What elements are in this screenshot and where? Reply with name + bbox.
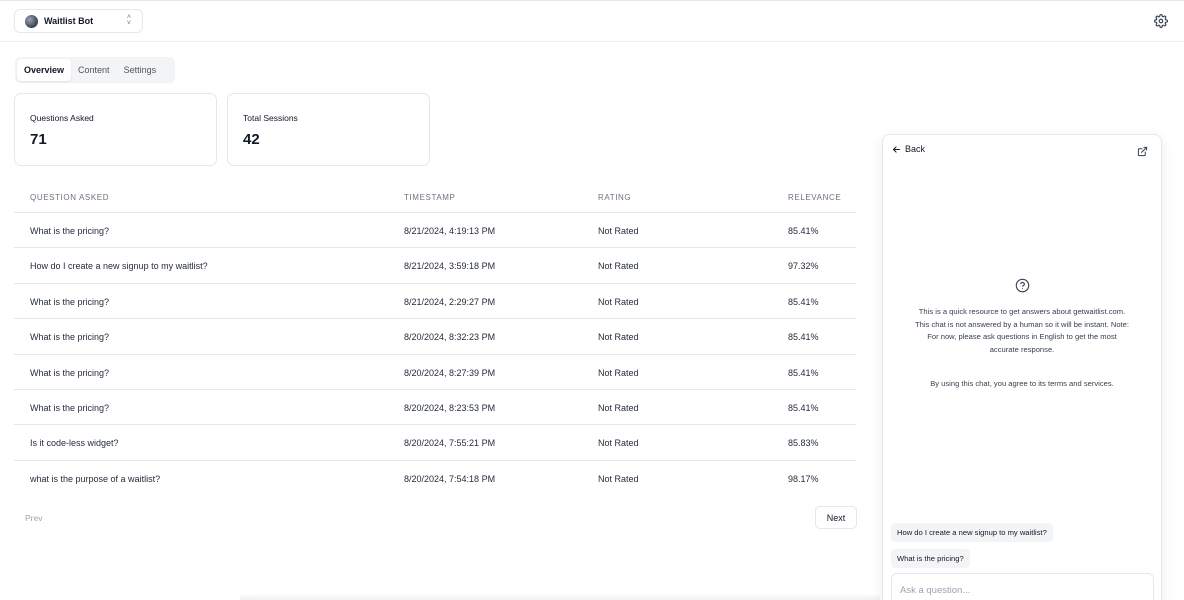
- rating-cell: Not Rated: [598, 402, 639, 413]
- table-row[interactable]: Is it code-less widget? 8/20/2024, 7:55:2…: [14, 425, 856, 461]
- rating-cell: Not Rated: [598, 296, 639, 307]
- rating-cell: Not Rated: [598, 261, 639, 272]
- rating-cell: Not Rated: [598, 332, 639, 343]
- timestamp-cell: 8/21/2024, 3:59:18 PM: [404, 261, 496, 272]
- stat-label: Total Sessions: [243, 113, 298, 123]
- chat-question-input[interactable]: [891, 573, 1154, 600]
- back-label: Back: [905, 144, 926, 154]
- questions-asked-card: Questions Asked 71: [14, 93, 217, 166]
- timestamp-cell: 8/20/2024, 8:27:39 PM: [404, 367, 496, 378]
- timestamp-cell: 8/20/2024, 7:55:21 PM: [404, 438, 496, 449]
- gear-icon: [1153, 13, 1168, 28]
- relevance-cell: 85.41%: [788, 402, 819, 413]
- stat-value: 42: [243, 131, 260, 148]
- table-row[interactable]: What is the pricing? 8/21/2024, 2:29:27 P…: [14, 284, 856, 320]
- back-button[interactable]: Back: [892, 144, 925, 154]
- total-sessions-card: Total Sessions 42: [227, 93, 430, 166]
- question-circle-icon: [1015, 278, 1030, 293]
- relevance-cell: 97.32%: [788, 261, 819, 272]
- table-row[interactable]: How do I create a new signup to my waitl…: [14, 248, 856, 284]
- suggested-question[interactable]: How do I create a new signup to my waitl…: [891, 523, 1053, 542]
- table-row[interactable]: What is the pricing? 8/21/2024, 4:19:13 P…: [14, 213, 856, 249]
- arrow-left-icon: [893, 145, 900, 153]
- question-cell: What is the pricing?: [30, 367, 110, 378]
- stat-value: 71: [30, 131, 47, 148]
- table-row[interactable]: what is the purpose of a waitlist? 8/20/2…: [14, 461, 856, 496]
- open-external-button[interactable]: [1137, 144, 1149, 157]
- suggested-question[interactable]: What is the pricing?: [891, 549, 970, 568]
- external-link-icon: [1137, 146, 1148, 157]
- table-row[interactable]: What is the pricing? 8/20/2024, 8:23:53 P…: [14, 390, 856, 426]
- question-cell: What is the pricing?: [30, 226, 110, 236]
- timestamp-cell: 8/20/2024, 8:23:53 PM: [404, 402, 496, 413]
- timestamp-cell: 8/21/2024, 4:19:13 PM: [404, 226, 496, 236]
- settings-button[interactable]: [1152, 12, 1169, 29]
- rating-cell: Not Rated: [598, 367, 639, 378]
- question-cell: How do I create a new signup to my waitl…: [30, 261, 208, 272]
- bot-avatar: [25, 14, 38, 28]
- relevance-cell: 85.41%: [788, 367, 819, 378]
- tab-bar: Overview Content Settings: [15, 57, 175, 83]
- column-header-relevance: RELEVANCE: [788, 193, 842, 202]
- question-cell: what is the purpose of a waitlist?: [30, 473, 161, 484]
- rating-cell: Not Rated: [598, 438, 639, 449]
- column-header-question: QUESTION ASKED: [30, 193, 110, 202]
- table-row[interactable]: What is the pricing? 8/20/2024, 8:27:39 P…: [14, 355, 856, 390]
- question-cell: Is it code-less widget?: [30, 438, 119, 449]
- table-header: QUESTION ASKED TIMESTAMP RATING RELEVANC…: [14, 180, 856, 213]
- rating-cell: Not Rated: [598, 473, 639, 484]
- timestamp-cell: 8/20/2024, 7:54:18 PM: [404, 473, 496, 484]
- question-cell: What is the pricing?: [30, 296, 110, 307]
- top-bar: Waitlist Bot ˄ ˅: [0, 0, 1184, 42]
- stat-label: Questions Asked: [30, 113, 94, 123]
- question-cell: What is the pricing?: [30, 332, 110, 343]
- column-header-rating: RATING: [598, 193, 632, 202]
- bottom-shadow: [240, 592, 880, 600]
- tab-overview[interactable]: Overview: [17, 59, 72, 81]
- timestamp-cell: 8/21/2024, 2:29:27 PM: [404, 296, 496, 307]
- chat-panel: Back This is a quick resource to get ans…: [882, 134, 1162, 600]
- next-page-button[interactable]: Next: [815, 506, 857, 529]
- rating-cell: Not Rated: [598, 226, 639, 236]
- chat-intro-text: This is a quick resource to get answers …: [915, 307, 1129, 354]
- tab-settings[interactable]: Settings: [117, 59, 164, 81]
- question-cell: What is the pricing?: [30, 402, 110, 413]
- relevance-cell: 85.41%: [788, 296, 819, 307]
- chevron-up-down-icon: ˄ ˅: [126, 14, 131, 27]
- relevance-cell: 85.41%: [788, 332, 819, 343]
- prev-page-button[interactable]: Prev: [25, 513, 42, 523]
- relevance-cell: 85.41%: [788, 226, 819, 236]
- tab-content[interactable]: Content: [71, 59, 117, 81]
- bot-selector[interactable]: Waitlist Bot ˄ ˅: [14, 9, 143, 33]
- bot-name: Waitlist Bot: [44, 16, 94, 26]
- table-body: What is the pricing? 8/21/2024, 4:19:13 P…: [14, 213, 856, 496]
- chat-terms-text: By using this chat, you agree to its ter…: [930, 379, 1114, 388]
- timestamp-cell: 8/20/2024, 8:32:23 PM: [404, 332, 496, 343]
- relevance-cell: 85.83%: [788, 438, 819, 449]
- questions-table: QUESTION ASKED TIMESTAMP RATING RELEVANC…: [14, 180, 856, 496]
- column-header-timestamp: TIMESTAMP: [404, 193, 456, 202]
- relevance-cell: 98.17%: [788, 473, 819, 484]
- top-divider: [0, 0, 1184, 1]
- table-row[interactable]: What is the pricing? 8/20/2024, 8:32:23 P…: [14, 319, 856, 355]
